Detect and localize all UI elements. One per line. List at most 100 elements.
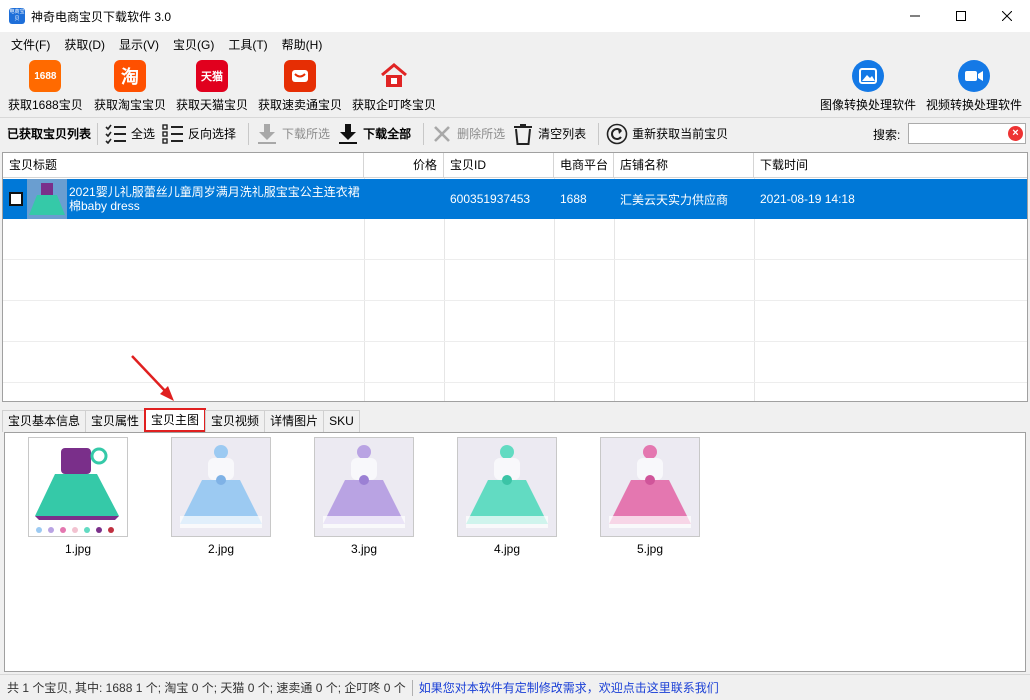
tab-sku[interactable]: SKU	[323, 410, 360, 432]
invert-selection-label: 反向选择	[188, 127, 237, 141]
fetch-qidingdong-label: 获取企叮咚宝贝	[352, 98, 437, 112]
image-convert-icon	[852, 60, 884, 92]
dress-image	[314, 437, 414, 537]
dress-image	[600, 437, 700, 537]
tmall-icon: 天猫	[196, 60, 228, 92]
status-summary: 共 1 个宝贝, 其中: 1688 1 个; 淘宝 0 个; 天猫 0 个; 速…	[7, 681, 406, 695]
list-title: 已获取宝贝列表	[7, 127, 92, 141]
download-icon	[336, 122, 360, 146]
image-convert-label: 图像转换处理软件	[820, 98, 917, 112]
menu-bar: 文件(F) 获取(D) 显示(V) 宝贝(G) 工具(T) 帮助(H)	[0, 32, 1030, 56]
detail-tabs: 宝贝基本信息 宝贝属性 宝贝主图 宝贝视频 详情图片 SKU	[2, 408, 360, 432]
fetch-tmall-button[interactable]: 天猫 获取天猫宝贝	[176, 60, 248, 114]
row-title: 2021婴儿礼服蕾丝儿童周岁满月洗礼服宝宝公主连衣裙棉baby dress	[69, 185, 360, 213]
image-convert-button[interactable]: 图像转换处理软件	[820, 60, 916, 114]
col-time[interactable]: 下载时间	[754, 153, 1027, 178]
refetch-button[interactable]: 重新获取当前宝贝	[605, 122, 728, 146]
fetch-1688-label: 获取1688宝贝	[8, 98, 83, 112]
row-platform: 1688	[560, 192, 587, 206]
delete-selected-label: 删除所选	[457, 127, 506, 141]
col-title[interactable]: 宝贝标题	[3, 153, 364, 178]
download-all-button[interactable]: 下载全部	[336, 122, 411, 146]
maximize-button[interactable]	[938, 0, 984, 32]
checklist-icon	[104, 122, 128, 146]
image-filename: 1.jpg	[64, 542, 92, 556]
menu-help[interactable]: 帮助(H)	[275, 36, 330, 53]
tab-video[interactable]: 宝贝视频	[205, 410, 266, 432]
list-icon	[161, 122, 185, 146]
search-input[interactable]: ×	[908, 123, 1026, 144]
delete-selected-button[interactable]: 删除所选	[430, 122, 505, 146]
close-button[interactable]	[984, 0, 1030, 32]
video-convert-label: 视频转换处理软件	[926, 98, 1023, 112]
tab-main-images[interactable]: 宝贝主图	[144, 408, 207, 432]
menu-tools[interactable]: 工具(T)	[221, 36, 274, 53]
fetch-taobao-label: 获取淘宝宝贝	[94, 98, 167, 112]
dress-thumbnail-icon	[27, 179, 67, 219]
image-thumb[interactable]: 2.jpg	[171, 437, 271, 556]
image-filename: 2.jpg	[207, 542, 235, 556]
col-platform[interactable]: 电商平台	[554, 153, 614, 178]
refetch-label: 重新获取当前宝贝	[632, 127, 729, 141]
tab-attributes[interactable]: 宝贝属性	[85, 410, 146, 432]
goods-table: 宝贝标题 价格 宝贝ID 电商平台 店铺名称 下载时间 2021婴儿礼服蕾丝儿童…	[2, 152, 1028, 402]
dress-image	[28, 437, 128, 537]
menu-goods[interactable]: 宝贝(G)	[166, 36, 221, 53]
tab-basic-info[interactable]: 宝贝基本信息	[2, 410, 87, 432]
download-icon	[255, 122, 279, 146]
clear-list-label: 清空列表	[538, 127, 587, 141]
download-all-label: 下载全部	[363, 127, 412, 141]
house-icon	[378, 60, 410, 92]
status-bar: 共 1 个宝贝, 其中: 1688 1 个; 淘宝 0 个; 天猫 0 个; 速…	[0, 674, 1030, 700]
row-price	[364, 179, 444, 219]
list-toolbar: 已获取宝贝列表 全选 反向选择 下载所选 下载全部 删除所选 清空列表 重新获取…	[0, 117, 1030, 149]
platform-toolbar: 1688 获取1688宝贝 淘 获取淘宝宝贝 天猫 获取天猫宝贝 获取速卖通宝贝…	[0, 56, 1030, 116]
table-header: 宝贝标题 价格 宝贝ID 电商平台 店铺名称 下载时间	[3, 153, 1027, 178]
col-id[interactable]: 宝贝ID	[444, 153, 554, 178]
row-checkbox[interactable]	[3, 179, 27, 219]
menu-fetch[interactable]: 获取(D)	[57, 36, 112, 53]
close-icon	[1002, 11, 1012, 21]
image-thumb[interactable]: 3.jpg	[314, 437, 414, 556]
row-thumbnail	[27, 179, 67, 219]
fetch-aliexpress-button[interactable]: 获取速卖通宝贝	[258, 60, 342, 114]
select-all-button[interactable]: 全选	[104, 122, 155, 146]
window-title: 神奇电商宝贝下载软件 3.0	[31, 9, 172, 24]
image-thumb[interactable]: 4.jpg	[457, 437, 557, 556]
x-icon	[430, 122, 454, 146]
download-selected-label: 下载所选	[282, 127, 331, 141]
row-time: 2021-08-19 14:18	[760, 192, 855, 206]
app-icon: 电商宝贝	[9, 8, 25, 24]
tab-detail-images[interactable]: 详情图片	[264, 410, 325, 432]
fetch-taobao-button[interactable]: 淘 获取淘宝宝贝	[94, 60, 166, 114]
video-convert-button[interactable]: 视频转换处理软件	[926, 60, 1022, 114]
clear-list-button[interactable]: 清空列表	[511, 122, 586, 146]
menu-view[interactable]: 显示(V)	[112, 36, 166, 53]
trash-icon	[511, 122, 535, 146]
maximize-icon	[956, 11, 966, 21]
minimize-icon	[910, 15, 920, 17]
video-convert-icon	[958, 60, 990, 92]
menu-file[interactable]: 文件(F)	[4, 36, 57, 53]
image-filename: 4.jpg	[493, 542, 521, 556]
title-bar: 电商宝贝 神奇电商宝贝下载软件 3.0	[0, 0, 1030, 32]
image-thumb[interactable]: 5.jpg	[600, 437, 700, 556]
aliexpress-icon	[284, 60, 316, 92]
image-thumb[interactable]: 1.jpg	[28, 437, 128, 556]
col-price[interactable]: 价格	[364, 153, 444, 178]
image-filename: 5.jpg	[636, 542, 664, 556]
col-shop[interactable]: 店铺名称	[614, 153, 754, 178]
contact-link[interactable]: 如果您对本软件有定制修改需求，欢迎点击这里联系我们	[419, 679, 719, 696]
invert-selection-button[interactable]: 反向选择	[161, 122, 236, 146]
clear-search-icon[interactable]: ×	[1008, 126, 1023, 141]
select-all-label: 全选	[131, 127, 156, 141]
row-shop: 汇美云天实力供应商	[620, 192, 729, 207]
fetch-qidingdong-button[interactable]: 获取企叮咚宝贝	[352, 60, 436, 114]
fetch-1688-button[interactable]: 1688 获取1688宝贝	[8, 60, 83, 114]
download-selected-button[interactable]: 下载所选	[255, 122, 330, 146]
table-row[interactable]: 2021婴儿礼服蕾丝儿童周岁满月洗礼服宝宝公主连衣裙棉baby dress 60…	[3, 179, 1027, 219]
fetch-tmall-label: 获取天猫宝贝	[176, 98, 249, 112]
fetch-aliexpress-label: 获取速卖通宝贝	[258, 98, 343, 112]
1688-icon: 1688	[29, 60, 62, 92]
minimize-button[interactable]	[892, 0, 938, 32]
